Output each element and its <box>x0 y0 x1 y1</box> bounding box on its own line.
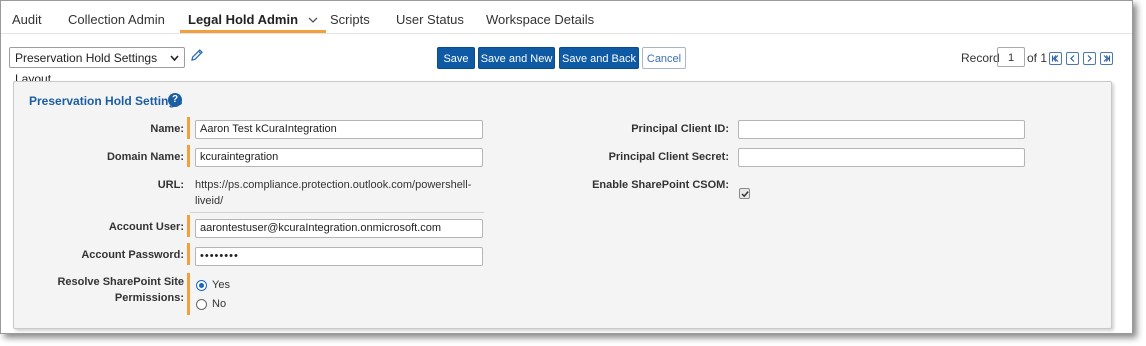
save-and-new-button[interactable]: Save and New <box>478 47 555 69</box>
principal-client-id-label: Principal Client ID: <box>631 123 729 135</box>
pencil-icon[interactable] <box>190 48 204 67</box>
tab-scripts[interactable]: Scripts <box>330 1 370 33</box>
save-and-back-button[interactable]: Save and Back <box>559 47 639 69</box>
toolbar: Preservation Hold Settings Layout Save S… <box>1 34 1132 86</box>
required-indicator <box>187 215 190 237</box>
top-nav: Audit Collection Admin Legal Hold Admin … <box>1 1 1132 34</box>
cancel-button[interactable]: Cancel <box>642 47 686 69</box>
enable-csom-label: Enable SharePoint CSOM: <box>592 179 729 191</box>
chevron-down-icon <box>170 48 179 76</box>
enable-csom-checkbox[interactable] <box>739 188 750 199</box>
record-number-input[interactable]: 1 <box>997 47 1025 67</box>
active-tab-indicator <box>180 30 327 33</box>
next-page-icon[interactable] <box>1083 52 1096 65</box>
url-label: URL: <box>157 179 184 191</box>
resolve-permissions-label-line2: Permissions: <box>114 292 184 304</box>
tab-legal-hold-admin[interactable]: Legal Hold Admin <box>180 1 327 33</box>
settings-card: Preservation Hold Settings ? Name: Aaron… <box>13 81 1112 329</box>
url-value-line1: https://ps.compliance.protection.outlook… <box>195 179 472 191</box>
tab-workspace-details[interactable]: Workspace Details <box>486 1 594 33</box>
checkmark-icon <box>741 191 749 198</box>
tab-user-status[interactable]: User Status <box>396 1 464 33</box>
principal-client-secret-field[interactable] <box>738 148 1025 167</box>
resolve-no-label: No <box>212 298 227 310</box>
last-page-icon[interactable] <box>1100 52 1113 65</box>
required-indicator <box>187 273 190 315</box>
account-password-label: Account Password: <box>81 249 184 261</box>
section-title: Preservation Hold Settings <box>29 94 183 108</box>
resolve-yes-label: Yes <box>212 279 230 291</box>
required-indicator <box>187 117 190 139</box>
resolve-no-radio[interactable] <box>196 299 207 310</box>
account-password-field[interactable]: •••••••• <box>195 247 483 266</box>
resolve-yes-radio[interactable] <box>196 280 207 291</box>
previous-page-icon[interactable] <box>1066 52 1079 65</box>
name-field[interactable]: Aaron Test kCuraIntegration <box>195 120 483 139</box>
record-label: Record <box>961 51 1000 65</box>
account-user-field[interactable]: aarontestuser@kcuraIntegration.onmicroso… <box>195 219 483 238</box>
required-indicator <box>187 145 190 167</box>
principal-client-secret-label: Principal Client Secret: <box>608 151 729 163</box>
divider <box>190 212 484 213</box>
first-page-icon[interactable] <box>1049 52 1062 65</box>
layout-select[interactable]: Preservation Hold Settings Layout <box>9 47 185 86</box>
name-label: Name: <box>150 123 184 135</box>
tab-collection-admin[interactable]: Collection Admin <box>68 1 165 33</box>
account-user-label: Account User: <box>108 221 184 233</box>
save-button[interactable]: Save <box>437 47 475 69</box>
help-icon[interactable]: ? <box>168 93 182 107</box>
principal-client-id-field[interactable] <box>738 120 1025 139</box>
required-indicator <box>187 243 190 265</box>
tab-audit[interactable]: Audit <box>12 1 42 33</box>
domain-name-label: Domain Name: <box>106 151 184 163</box>
url-value-line2: liveid/ <box>195 195 224 207</box>
record-total: of 1 <box>1027 51 1048 65</box>
window-frame: Audit Collection Admin Legal Hold Admin … <box>0 0 1133 334</box>
domain-name-field[interactable]: kcuraintegration <box>195 148 483 167</box>
resolve-permissions-label-line1: Resolve SharePoint Site <box>57 276 184 288</box>
